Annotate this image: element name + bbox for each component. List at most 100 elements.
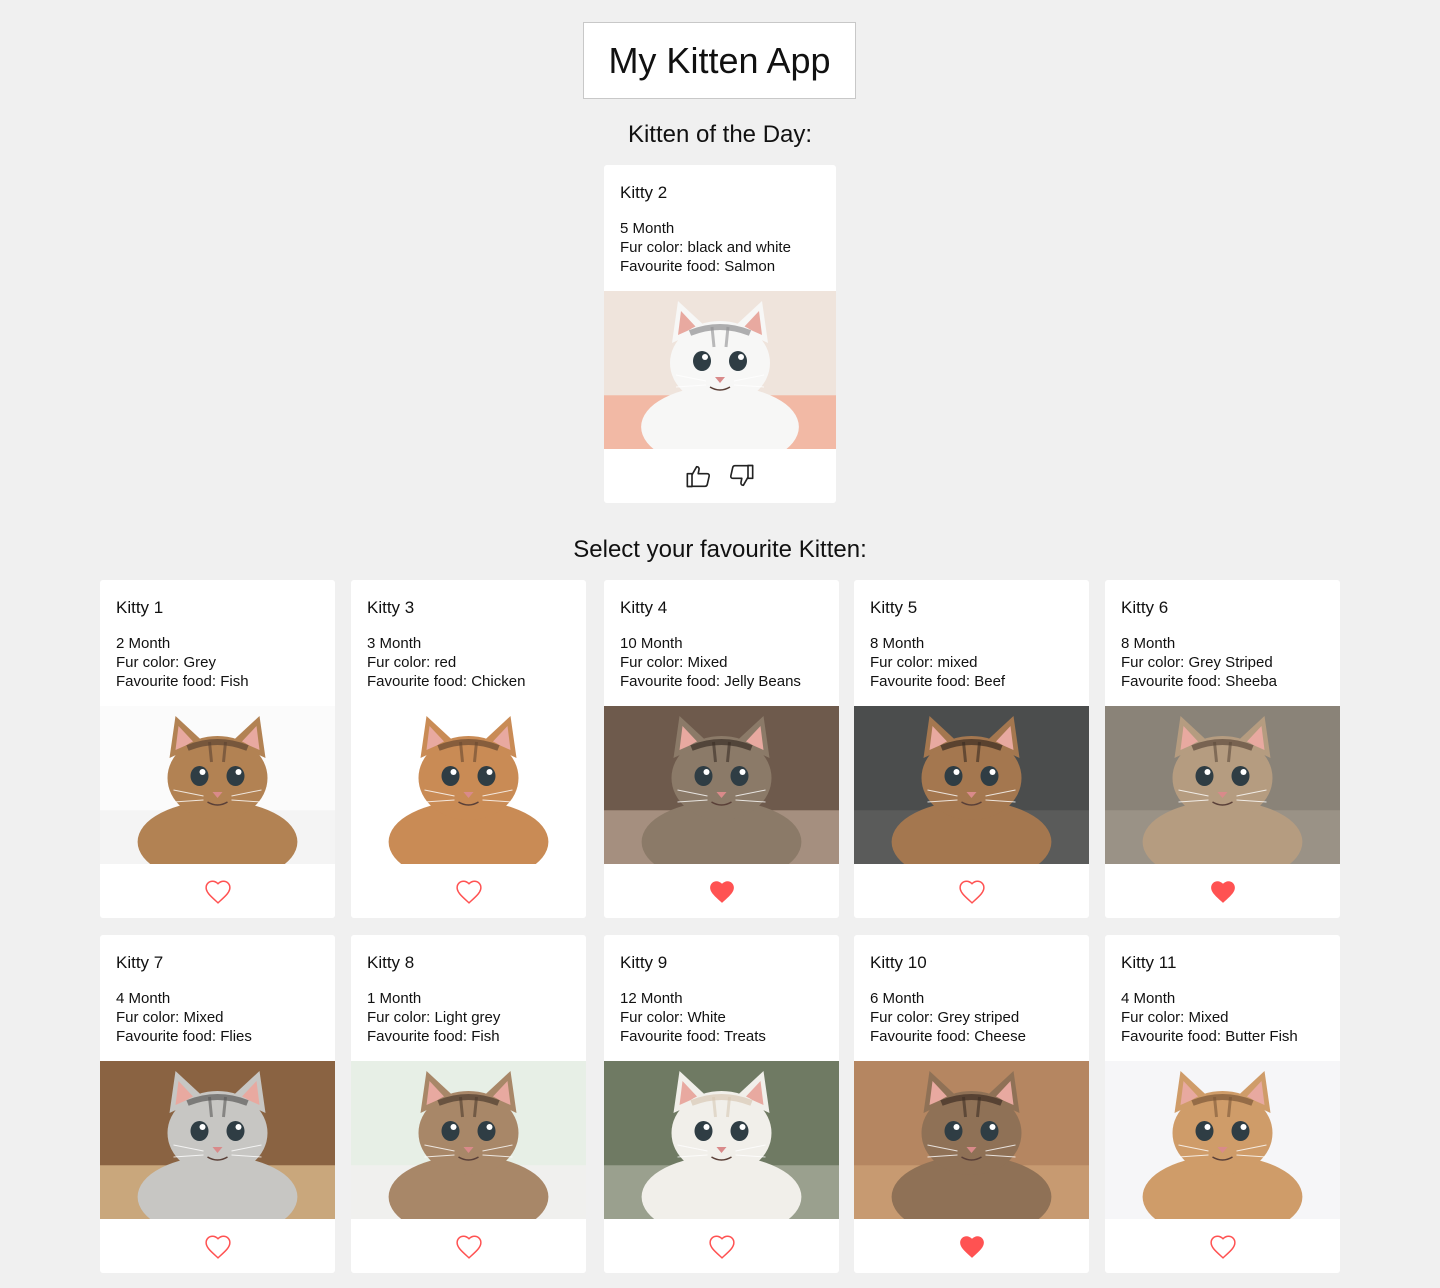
kitten-card: Kitty 7 4 Month Fur color: Mixed Favourite … xyxy=(100,935,335,1273)
kitten-age: 2 Month xyxy=(116,635,171,652)
heart-icon[interactable] xyxy=(1208,1232,1238,1260)
kitten-favourite-food: Favourite food: Butter Fish xyxy=(1121,1028,1298,1045)
kitten-details: 5 Month Fur color: black and white Favou… xyxy=(620,219,791,276)
kitten-details: 4 Month Fur color: Mixed Favourite food: B… xyxy=(1121,989,1298,1046)
kitten-name: Kitty 11 xyxy=(1121,953,1177,972)
kitten-details: 10 Month Fur color: Mixed Favourite food: … xyxy=(620,634,801,691)
heart-icon[interactable] xyxy=(203,1232,233,1260)
heart-filled-icon[interactable] xyxy=(707,877,737,905)
kitten-fur-color: Fur color: black and white xyxy=(620,239,791,256)
kitten-fur-color: Fur color: Grey Striped xyxy=(1121,654,1273,671)
kitten-favourite-food: Favourite food: Cheese xyxy=(870,1028,1026,1045)
kitten-name: Kitty 3 xyxy=(367,598,415,617)
kitten-card: Kitty 1 2 Month Fur color: Grey Favourite f… xyxy=(100,580,335,918)
kitten-age: 3 Month xyxy=(367,635,422,652)
kitten-details: 2 Month Fur color: Grey Favourite food: Fi… xyxy=(116,634,249,691)
kitten-card: Kitty 9 12 Month Fur color: White Favourite… xyxy=(604,935,839,1273)
heart-filled-icon[interactable] xyxy=(1208,877,1238,905)
kitten-photo xyxy=(100,706,335,864)
heart-icon[interactable] xyxy=(203,877,233,905)
kitten-age: 10 Month xyxy=(620,635,683,652)
kitten-favourite-food: Favourite food: Fish xyxy=(367,1028,500,1045)
favourite-action xyxy=(351,1219,586,1273)
kitten-details: 1 Month Fur color: Light grey Favourite fo… xyxy=(367,989,500,1046)
kitten-favourite-food: Favourite food: Sheeba xyxy=(1121,673,1277,690)
kitten-name: Kitty 10 xyxy=(870,953,927,972)
kitten-photo xyxy=(604,1061,839,1219)
kitten-name: Kitty 7 xyxy=(116,953,164,972)
kitten-fur-color: Fur color: Light grey xyxy=(367,1009,501,1026)
favourite-action xyxy=(100,864,335,918)
kitten-card: Kitty 11 4 Month Fur color: Mixed Favourite… xyxy=(1105,935,1340,1273)
kitten-photo xyxy=(1105,706,1340,864)
favourite-action xyxy=(854,1219,1089,1273)
favourite-action xyxy=(1105,864,1340,918)
kitten-name: Kitty 6 xyxy=(1121,598,1169,617)
kitten-card: Kitty 8 1 Month Fur color: Light grey Favou… xyxy=(351,935,586,1273)
kitten-age: 4 Month xyxy=(116,990,171,1007)
heart-filled-icon[interactable] xyxy=(957,1232,987,1260)
kitten-photo xyxy=(854,706,1089,864)
kitten-name: Kitty 9 xyxy=(620,953,668,972)
kitten-card: Kitty 10 6 Month Fur color: Grey striped Fa… xyxy=(854,935,1089,1273)
heart-icon[interactable] xyxy=(454,877,484,905)
kitten-name: Kitty 1 xyxy=(116,598,164,617)
kitten-name: Kitty 5 xyxy=(870,598,918,617)
thumbs-up-icon[interactable] xyxy=(685,462,713,490)
kitten-favourite-food: Favourite food: Salmon xyxy=(620,258,776,275)
kitten-favourite-food: Favourite food: Chicken xyxy=(367,673,526,690)
kitten-photo xyxy=(351,1061,586,1219)
favourite-action xyxy=(1105,1219,1340,1273)
kitten-fur-color: Fur color: Mixed xyxy=(1121,1009,1229,1026)
thumbs-down-icon[interactable] xyxy=(727,462,755,490)
kitten-card: Kitty 6 8 Month Fur color: Grey Striped Fav… xyxy=(1105,580,1340,918)
kitten-name: Kitty 2 xyxy=(620,183,668,202)
kitten-card: Kitty 3 3 Month Fur color: red Favourite fo… xyxy=(351,580,586,918)
kitten-age: 5 Month xyxy=(620,220,675,237)
kitten-fur-color: Fur color: red xyxy=(367,654,457,671)
favourite-action xyxy=(100,1219,335,1273)
app-title: My Kitten App xyxy=(583,22,856,99)
kitten-photo xyxy=(604,706,839,864)
kitten-age: 12 Month xyxy=(620,990,683,1007)
kitten-favourite-food: Favourite food: Treats xyxy=(620,1028,766,1045)
kitten-of-the-day-heading: Kitten of the Day: xyxy=(627,121,813,148)
kitten-age: 1 Month xyxy=(367,990,422,1007)
kitten-photo xyxy=(100,1061,335,1219)
kitten-favourite-food: Favourite food: Jelly Beans xyxy=(620,673,801,690)
kitten-fur-color: Fur color: White xyxy=(620,1009,726,1026)
kitten-favourite-food: Favourite food: Flies xyxy=(116,1028,252,1045)
kitten-details: 8 Month Fur color: Grey Striped Favourite … xyxy=(1121,634,1277,691)
kitten-photo xyxy=(854,1061,1089,1219)
kitten-favourite-food: Favourite food: Beef xyxy=(870,673,1006,690)
heart-icon[interactable] xyxy=(707,1232,737,1260)
favourite-action xyxy=(604,1219,839,1273)
kitten-details: 3 Month Fur color: red Favourite food: Chi… xyxy=(367,634,525,691)
kitten-fur-color: Fur color: Mixed xyxy=(620,654,728,671)
heart-icon[interactable] xyxy=(454,1232,484,1260)
kitten-fur-color: Fur color: Mixed xyxy=(116,1009,224,1026)
select-favourite-heading: Select your favourite Kitten: xyxy=(573,536,867,563)
kitten-age: 8 Month xyxy=(870,635,925,652)
favourite-action xyxy=(604,864,839,918)
kitten-fur-color: Fur color: Grey xyxy=(116,654,217,671)
kitten-details: 8 Month Fur color: mixed Favourite food: B… xyxy=(870,634,1005,691)
featured-kitten-card: Kitty 2 5 Month Fur color: black and whi… xyxy=(604,165,836,503)
kitten-details: 12 Month Fur color: White Favourite food: … xyxy=(620,989,766,1046)
kitten-age: 8 Month xyxy=(1121,635,1176,652)
kitten-age: 6 Month xyxy=(870,990,925,1007)
kitten-photo xyxy=(1105,1061,1340,1219)
kitten-fur-color: Fur color: Grey striped xyxy=(870,1009,1020,1026)
favourite-action xyxy=(854,864,1089,918)
kitten-photo xyxy=(351,706,586,864)
kitten-card: Kitty 5 8 Month Fur color: mixed Favourite … xyxy=(854,580,1089,918)
favourite-action xyxy=(351,864,586,918)
kitten-details: 4 Month Fur color: Mixed Favourite food: F… xyxy=(116,989,252,1046)
kitten-name: Kitty 4 xyxy=(620,598,668,617)
heart-icon[interactable] xyxy=(957,877,987,905)
kitten-card: Kitty 4 10 Month Fur color: Mixed Favourite… xyxy=(604,580,839,918)
kitten-favourite-food: Favourite food: Fish xyxy=(116,673,249,690)
kitten-name: Kitty 8 xyxy=(367,953,415,972)
kitten-photo xyxy=(604,291,836,449)
kitten-details: 6 Month Fur color: Grey striped Favourite … xyxy=(870,989,1026,1046)
